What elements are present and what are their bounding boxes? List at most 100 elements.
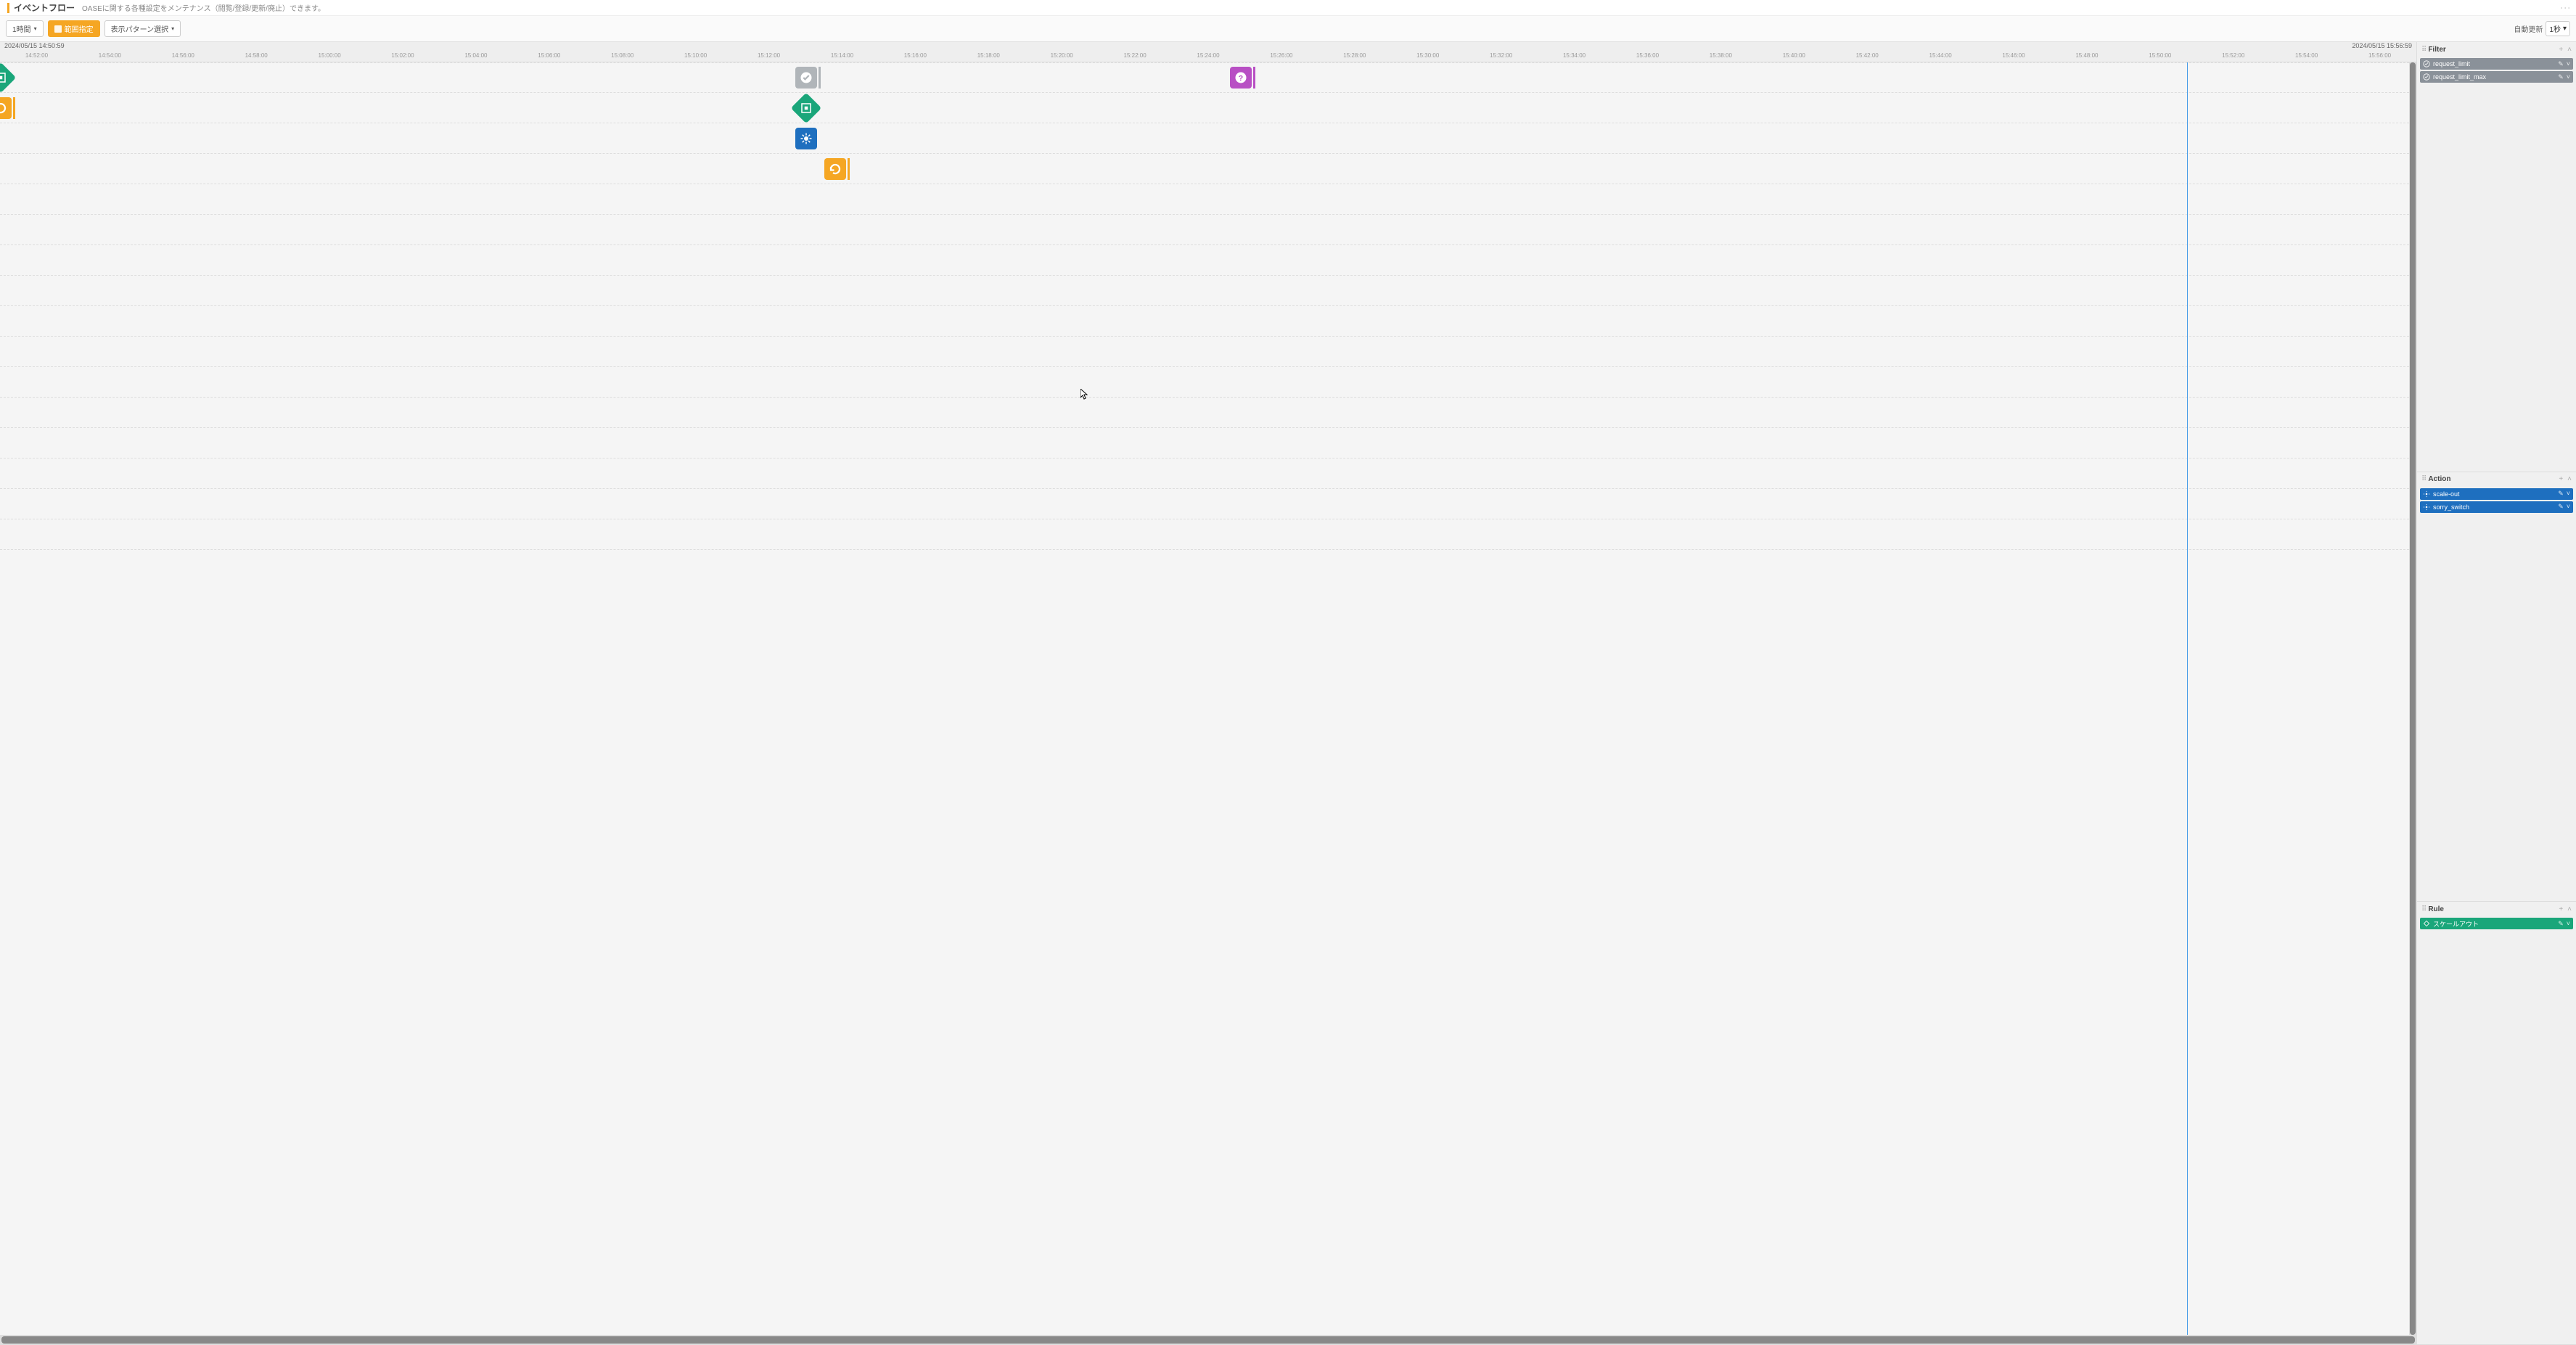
filter-panel-title: Filter — [2428, 46, 2445, 54]
timeline-canvas[interactable]: ? — [0, 62, 2416, 1335]
expand-icon[interactable]: ˅ — [2567, 920, 2570, 928]
tick-label: 15:22:00 — [1124, 52, 1147, 59]
edit-icon[interactable]: ✎ — [2558, 73, 2564, 81]
list-item-label: スケールアウト — [2433, 919, 2479, 929]
more-menu-icon[interactable]: ⋮ — [2560, 3, 2572, 13]
tick-label: 15:42:00 — [1856, 52, 1879, 59]
tick-label: 15:00:00 — [319, 52, 341, 59]
refresh-interval-select[interactable]: 1秒 ▾ — [2546, 21, 2570, 36]
end-timestamp: 2024/05/15 15:56:59 — [2352, 42, 2412, 52]
tick-label: 15:08:00 — [611, 52, 633, 59]
expand-icon[interactable]: ˅ — [2567, 73, 2570, 81]
event-green[interactable] — [790, 92, 821, 123]
expand-icon[interactable]: ˅ — [2567, 60, 2570, 68]
time-range-button[interactable]: 1時間 ▾ — [6, 20, 44, 37]
tick-label: 15:30:00 — [1416, 52, 1439, 59]
rule-panel: ⠿ Rule + ˄ スケールアウト ✎˅ — [2417, 902, 2576, 1345]
timeline-lane — [0, 276, 2416, 306]
drag-handle-icon[interactable]: ⠿ — [2421, 475, 2425, 483]
timeline-lane — [0, 306, 2416, 337]
period-set-button[interactable]: 範囲指定 — [48, 20, 100, 37]
event-blue[interactable] — [795, 128, 817, 149]
list-item[interactable]: sorry_switch✎˅ — [2420, 501, 2573, 513]
action-panel-title: Action — [2428, 475, 2450, 483]
drag-handle-icon[interactable]: ⠿ — [2421, 46, 2425, 54]
timeline-lane — [0, 184, 2416, 215]
timeline-lane — [0, 337, 2416, 367]
event-bar — [13, 97, 15, 119]
gear-icon — [2423, 503, 2430, 511]
timeline-lane — [0, 489, 2416, 519]
timestamp-row: 2024/05/15 14:50:59 2024/05/15 15:56:59 — [0, 42, 2416, 52]
timeline-area: 2024/05/15 14:50:59 2024/05/15 15:56:59 … — [0, 42, 2416, 1345]
event-purple[interactable]: ? — [1230, 67, 1252, 89]
timeline-lane — [0, 428, 2416, 458]
horizontal-scrollbar[interactable] — [0, 1335, 2416, 1345]
vertical-scrollbar[interactable] — [2409, 62, 2416, 1335]
auto-refresh-label: 自動更新 — [2514, 23, 2543, 34]
main-layout: 2024/05/15 14:50:59 2024/05/15 15:56:59 … — [0, 42, 2576, 1345]
pattern-select-button[interactable]: 表示パターン選択 ▾ — [104, 20, 181, 37]
tick-label: 15:32:00 — [1490, 52, 1512, 59]
list-item[interactable]: スケールアウト ✎˅ — [2420, 918, 2573, 929]
filter-panel-header: ⠿ Filter + ˄ — [2417, 42, 2576, 57]
rule-panel-title: Rule — [2428, 905, 2444, 913]
action-panel-header: ⠿ Action + ˄ — [2417, 472, 2576, 487]
tick-label: 14:52:00 — [25, 52, 48, 59]
event-green[interactable] — [0, 62, 16, 93]
page-title: イベントフロー — [14, 1, 75, 14]
tick-label: 15:56:00 — [2368, 52, 2391, 59]
start-timestamp: 2024/05/15 14:50:59 — [4, 42, 65, 52]
action-panel-body: scale-out✎˅sorry_switch✎˅ — [2417, 487, 2576, 902]
tick-label: 15:06:00 — [538, 52, 560, 59]
page-header: イベントフロー OASEに関する各種設定をメンテナンス（閲覧/登録/更新/廃止）… — [0, 0, 2576, 16]
edit-icon[interactable]: ✎ — [2558, 490, 2564, 498]
toolbar: 1時間 ▾ 範囲指定 表示パターン選択 ▾ 自動更新 1秒 ▾ — [0, 16, 2576, 42]
tick-label: 15:52:00 — [2222, 52, 2244, 59]
event-orange[interactable] — [824, 158, 846, 180]
edit-icon[interactable]: ✎ — [2558, 60, 2564, 68]
tick-label: 15:26:00 — [1270, 52, 1292, 59]
tick-label: 15:46:00 — [2002, 52, 2025, 59]
collapse-icon[interactable]: ˄ — [2567, 475, 2572, 483]
timeline-lane: ? — [0, 62, 2416, 93]
list-item[interactable]: request_limit✎˅ — [2420, 58, 2573, 70]
collapse-icon[interactable]: ˄ — [2567, 905, 2572, 913]
edit-icon[interactable]: ✎ — [2558, 920, 2564, 928]
timeline-lane — [0, 398, 2416, 428]
vertical-scrollbar-thumb[interactable] — [2410, 62, 2416, 1335]
tick-label: 15:04:00 — [464, 52, 487, 59]
tick-label: 15:44:00 — [1929, 52, 1952, 59]
tick-label: 15:40:00 — [1783, 52, 1805, 59]
drag-handle-icon[interactable]: ⠿ — [2421, 905, 2425, 913]
list-item-label: scale-out — [2433, 490, 2460, 498]
expand-icon[interactable]: ˅ — [2567, 490, 2570, 498]
event-bar — [819, 67, 821, 89]
add-icon[interactable]: + — [2559, 905, 2563, 913]
tick-label: 15:24:00 — [1197, 52, 1219, 59]
toolbar-right: 自動更新 1秒 ▾ — [2514, 21, 2570, 36]
rule-panel-header: ⠿ Rule + ˄ — [2417, 902, 2576, 916]
calendar-icon — [54, 25, 62, 33]
tick-label: 15:36:00 — [1636, 52, 1659, 59]
expand-icon[interactable]: ˅ — [2567, 503, 2570, 511]
timeline-lane — [0, 519, 2416, 550]
tick-label: 15:38:00 — [1710, 52, 1732, 59]
edit-icon[interactable]: ✎ — [2558, 503, 2564, 511]
event-gray[interactable] — [795, 67, 817, 89]
rule-panel-body: スケールアウト ✎˅ — [2417, 916, 2576, 1344]
list-item[interactable]: request_limit_max✎˅ — [2420, 71, 2573, 83]
timeline-lane — [0, 93, 2416, 123]
tick-label: 14:54:00 — [99, 52, 121, 59]
horizontal-scrollbar-thumb[interactable] — [1, 1336, 2415, 1344]
caret-down-icon: ▾ — [34, 25, 37, 32]
add-icon[interactable]: + — [2559, 46, 2563, 54]
list-item[interactable]: scale-out ✎˅ — [2420, 488, 2573, 500]
add-icon[interactable]: + — [2559, 475, 2563, 483]
side-area: ⠿ Filter + ˄ request_limit✎˅request_limi… — [2416, 42, 2576, 1345]
timeline-lane — [0, 215, 2416, 245]
event-orange[interactable] — [0, 97, 12, 119]
tick-label: 15:20:00 — [1051, 52, 1073, 59]
collapse-icon[interactable]: ˄ — [2567, 46, 2572, 54]
mouse-cursor-icon — [1080, 389, 1089, 400]
